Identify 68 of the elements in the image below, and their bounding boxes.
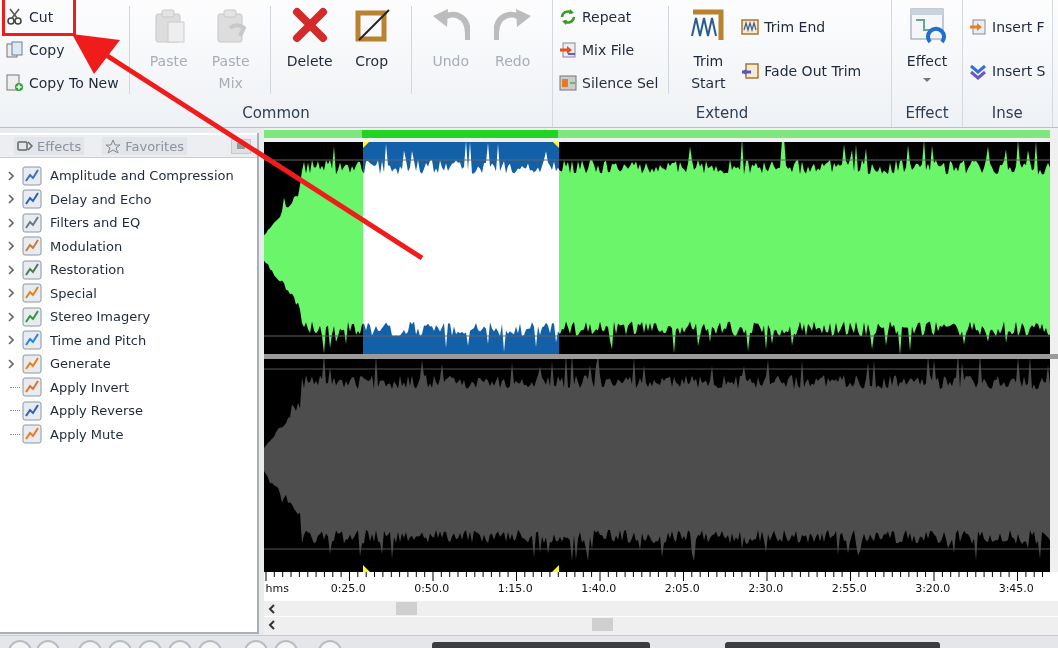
- chevron-icon[interactable]: [267, 619, 276, 630]
- chevron-icon[interactable]: [8, 264, 14, 275]
- tree-item[interactable]: Delay and Echo: [0, 187, 257, 211]
- scroll-thumb[interactable]: [591, 618, 613, 631]
- pages-icon: [6, 41, 24, 59]
- wave-frame-icon: [741, 18, 760, 36]
- scroll-thumb[interactable]: [395, 602, 417, 615]
- tree-item[interactable]: Amplitude and Compression: [0, 164, 257, 188]
- time-label: 2:05.0: [663, 582, 701, 595]
- ribbon-button[interactable]: Copy To New: [4, 70, 121, 96]
- chart-icon: [22, 259, 42, 280]
- time-label: 0:25.0: [329, 582, 367, 595]
- tree-item[interactable]: Time and Pitch: [0, 328, 257, 352]
- tree-item[interactable]: Apply Reverse: [0, 399, 257, 423]
- chevron-icon[interactable]: [267, 603, 276, 614]
- waveform-drawing[interactable]: [263, 142, 1050, 354]
- scrollbar[interactable]: [263, 616, 1058, 632]
- time-unit: hms: [264, 582, 290, 595]
- ribbon-button[interactable]: Repeat: [557, 4, 661, 30]
- cycle-arrows-icon: [559, 8, 577, 26]
- group-label: Common: [241, 103, 311, 124]
- chevron-icon[interactable]: [8, 335, 14, 346]
- ribbon-button[interactable]: Delete: [278, 0, 341, 72]
- ribbon-button[interactable]: Silence Sel: [557, 70, 661, 96]
- ribbon-button[interactable]: Mix File: [557, 37, 661, 63]
- ribbon-button[interactable]: Cut: [4, 4, 121, 30]
- chevron-icon[interactable]: [8, 194, 14, 205]
- tree-item[interactable]: Apply Invert: [0, 375, 257, 399]
- ribbon-button[interactable]: Insert S: [967, 58, 1048, 84]
- ribbon-button[interactable]: Fade Out Trim: [739, 58, 864, 84]
- time-label: 1:15.0: [496, 582, 534, 595]
- star-icon: [105, 139, 122, 153]
- time-label: 3:20.0: [914, 582, 952, 595]
- chevron-icon[interactable]: [8, 241, 14, 252]
- ribbon-button[interactable]: Effect: [896, 0, 958, 86]
- tree-item[interactable]: Stereo Imagery: [0, 305, 257, 329]
- chevron-icon[interactable]: [8, 288, 14, 299]
- ribbon-button[interactable]: Trim End: [739, 14, 864, 40]
- ribbon-button[interactable]: Crop: [340, 0, 403, 72]
- tree-item[interactable]: Special: [0, 281, 257, 305]
- tree-item[interactable]: Restoration: [0, 258, 257, 282]
- window-omega-icon: [908, 6, 946, 44]
- ribbon-button[interactable]: Trim Start: [677, 0, 740, 94]
- page-plus-icon: [6, 74, 24, 92]
- time-label: 1:40.0: [580, 582, 618, 595]
- scissors-icon: [6, 8, 24, 26]
- time-label: 0:50.0: [413, 582, 451, 595]
- selection-markers[interactable]: [263, 560, 1050, 572]
- chevron-icon[interactable]: [8, 358, 14, 369]
- ribbon-button[interactable]: Insert F: [967, 14, 1048, 40]
- group-label: Effect: [904, 103, 950, 124]
- chevron-icon[interactable]: [8, 217, 14, 228]
- chevron-icon[interactable]: [8, 311, 14, 322]
- chart-icon: [22, 165, 42, 186]
- time-label: 3:45.0: [997, 582, 1035, 595]
- group-label: Extend: [694, 103, 750, 124]
- scrollbar[interactable]: [263, 600, 1058, 616]
- frame-arrow-icon: [741, 62, 760, 80]
- pin-icon[interactable]: [235, 142, 246, 150]
- tree-item[interactable]: Modulation: [0, 234, 257, 258]
- x-mark-icon: [290, 6, 329, 44]
- tree-item[interactable]: Filters and EQ: [0, 211, 257, 235]
- tree-item[interactable]: Apply Mute: [0, 422, 257, 446]
- group-label: Inse: [990, 103, 1024, 124]
- tree-item[interactable]: Generate: [0, 352, 257, 376]
- time-label: 2:55.0: [830, 582, 868, 595]
- chevron-icon[interactable]: [8, 170, 14, 181]
- time-label: 2:30.0: [747, 582, 785, 595]
